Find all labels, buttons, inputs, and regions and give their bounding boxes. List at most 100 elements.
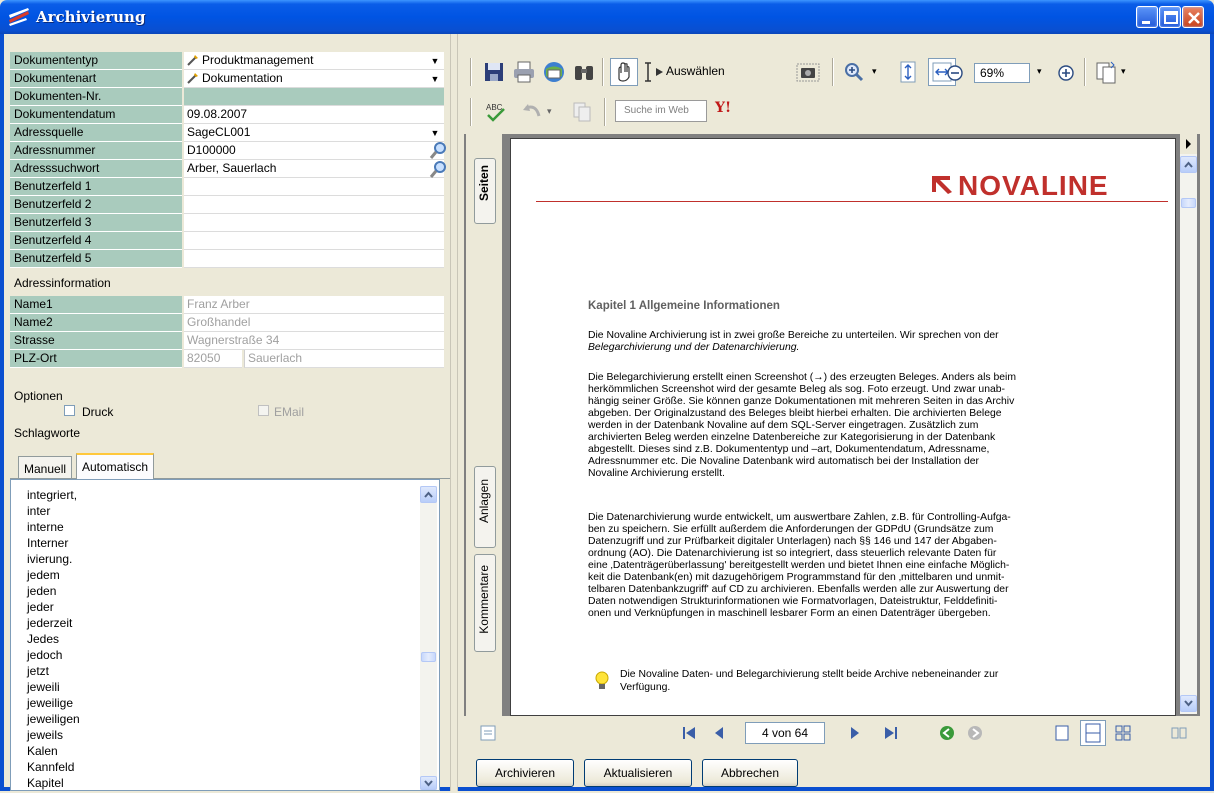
- zoom-in-icon[interactable]: [842, 60, 866, 84]
- adressnummer-field[interactable]: D100000: [184, 142, 444, 160]
- chevron-down-icon[interactable]: ▼: [428, 55, 442, 67]
- web-search-input[interactable]: Suche im Web: [615, 100, 707, 122]
- list-item[interactable]: jeweili: [27, 681, 60, 694]
- last-page-icon[interactable]: [882, 724, 900, 742]
- benutzerfeld-3-field[interactable]: [184, 214, 444, 232]
- undo-icon[interactable]: [520, 100, 544, 124]
- chevron-down-icon[interactable]: ▾: [872, 66, 877, 77]
- list-item[interactable]: interne: [27, 521, 64, 534]
- facing-pages-icon[interactable]: [1114, 724, 1132, 742]
- snapshot-camera-icon[interactable]: [796, 60, 820, 84]
- print-icon[interactable]: [512, 60, 536, 84]
- scroll-thumb[interactable]: [1181, 198, 1196, 208]
- list-item[interactable]: jeweiligen: [27, 713, 80, 726]
- email-icon[interactable]: [542, 60, 566, 84]
- adresssuchwort-field[interactable]: Arber, Sauerlach: [184, 160, 444, 178]
- list-item[interactable]: Kalen: [27, 745, 58, 758]
- tab-anlagen[interactable]: Anlagen: [474, 466, 496, 548]
- keyword-scrollbar[interactable]: [420, 486, 437, 790]
- zoom-out-icon[interactable]: [946, 64, 964, 82]
- dokumentendatum-field[interactable]: 09.08.2007: [184, 106, 444, 124]
- copy-icon[interactable]: [570, 100, 594, 124]
- close-button[interactable]: [1182, 6, 1204, 28]
- list-item[interactable]: ivierung.: [27, 553, 72, 566]
- page-layout-icon[interactable]: [1094, 60, 1118, 84]
- fit-height-icon[interactable]: [896, 60, 920, 84]
- scroll-thumb[interactable]: [421, 652, 436, 662]
- scroll-up-button[interactable]: [1180, 156, 1197, 173]
- adressquelle-select[interactable]: SageCL001 ▼: [184, 124, 444, 142]
- chevron-down-icon[interactable]: ▼: [428, 73, 442, 85]
- tab-seiten[interactable]: Seiten: [474, 158, 496, 224]
- scroll-up-button[interactable]: [420, 486, 437, 503]
- page-number-input[interactable]: 4 von 64: [745, 722, 825, 744]
- list-item[interactable]: integriert,: [27, 489, 77, 502]
- chevron-down-icon[interactable]: ▾: [1037, 66, 1042, 77]
- list-item[interactable]: Kapitel: [27, 777, 64, 790]
- spellcheck-icon[interactable]: ABC: [484, 100, 508, 124]
- list-item[interactable]: jetzt: [27, 665, 49, 678]
- keyword-list[interactable]: integriert, inter interne Interner ivier…: [10, 479, 440, 791]
- druck-checkbox[interactable]: [64, 405, 75, 416]
- two-page-icon[interactable]: [1170, 724, 1188, 742]
- single-page-icon[interactable]: [1053, 724, 1071, 742]
- archive-button[interactable]: Archivieren: [476, 759, 574, 787]
- benutzerfeld-1-field[interactable]: [184, 178, 444, 196]
- field-row-benutzerfeld-2: Benutzerfeld 2: [10, 196, 444, 214]
- list-item[interactable]: jeweils: [27, 729, 63, 742]
- chevron-down-icon[interactable]: ▼: [428, 127, 442, 139]
- field-label: Benutzerfeld 3: [10, 214, 182, 232]
- cancel-button[interactable]: Abbrechen: [702, 759, 798, 787]
- first-page-icon[interactable]: [680, 724, 698, 742]
- zoom-in-circle-icon[interactable]: [1057, 64, 1075, 82]
- field-label: Name1: [10, 296, 182, 314]
- tab-kommentare[interactable]: Kommentare: [474, 554, 496, 652]
- chevron-down-icon[interactable]: ▾: [1121, 66, 1126, 77]
- list-item[interactable]: jedoch: [27, 649, 62, 662]
- field-label: Dokumenten-Nr.: [10, 88, 182, 106]
- next-page-icon[interactable]: [846, 724, 864, 742]
- search-icon[interactable]: [429, 142, 446, 159]
- document-properties-icon[interactable]: [480, 725, 496, 741]
- benutzerfeld-5-field[interactable]: [184, 250, 444, 268]
- back-icon[interactable]: [938, 724, 956, 742]
- continuous-page-button[interactable]: [1080, 720, 1106, 746]
- select-tool-label[interactable]: Auswählen: [666, 64, 725, 78]
- save-icon[interactable]: [482, 60, 506, 84]
- minimize-button[interactable]: [1136, 6, 1158, 28]
- list-item[interactable]: jeder: [27, 601, 54, 614]
- panel-splitter[interactable]: [450, 34, 458, 791]
- zoom-select[interactable]: 69%: [974, 63, 1030, 83]
- list-item[interactable]: jederzeit: [27, 617, 72, 630]
- search-icon[interactable]: [429, 161, 446, 178]
- separator: [832, 58, 834, 86]
- benutzerfeld-4-field[interactable]: [184, 232, 444, 250]
- dokumenten-nr-field[interactable]: [184, 88, 444, 106]
- forward-icon[interactable]: [966, 724, 984, 742]
- scroll-down-button[interactable]: [1180, 695, 1197, 712]
- list-item[interactable]: jeden: [27, 585, 56, 598]
- yahoo-icon[interactable]: Y!: [715, 100, 731, 116]
- list-item[interactable]: inter: [27, 505, 50, 518]
- hand-tool-button[interactable]: [610, 58, 638, 86]
- refresh-button[interactable]: Aktualisieren: [584, 759, 692, 787]
- list-item[interactable]: jeweilige: [27, 697, 73, 710]
- dokumententyp-select[interactable]: Produktmanagement ▼: [184, 52, 444, 70]
- previous-page-icon[interactable]: [710, 724, 728, 742]
- list-item[interactable]: Kannfeld: [27, 761, 74, 774]
- list-item[interactable]: Jedes: [27, 633, 59, 646]
- maximize-button[interactable]: [1159, 6, 1181, 28]
- chevron-down-icon[interactable]: ▾: [547, 106, 552, 117]
- tab-manuell[interactable]: Manuell: [18, 456, 73, 478]
- list-item[interactable]: jedem: [27, 569, 60, 582]
- field-row-benutzerfeld-1: Benutzerfeld 1: [10, 178, 444, 196]
- list-item[interactable]: Interner: [27, 537, 68, 550]
- benutzerfeld-2-field[interactable]: [184, 196, 444, 214]
- scroll-down-button[interactable]: [420, 776, 437, 790]
- email-checkbox[interactable]: [258, 405, 269, 416]
- tab-automatisch[interactable]: Automatisch: [76, 453, 155, 479]
- page-nav-arrow[interactable]: [1180, 134, 1197, 154]
- document-scrollbar[interactable]: [1180, 154, 1197, 714]
- binoculars-icon[interactable]: [572, 60, 596, 84]
- dokumentenart-select[interactable]: Dokumentation ▼: [184, 70, 444, 88]
